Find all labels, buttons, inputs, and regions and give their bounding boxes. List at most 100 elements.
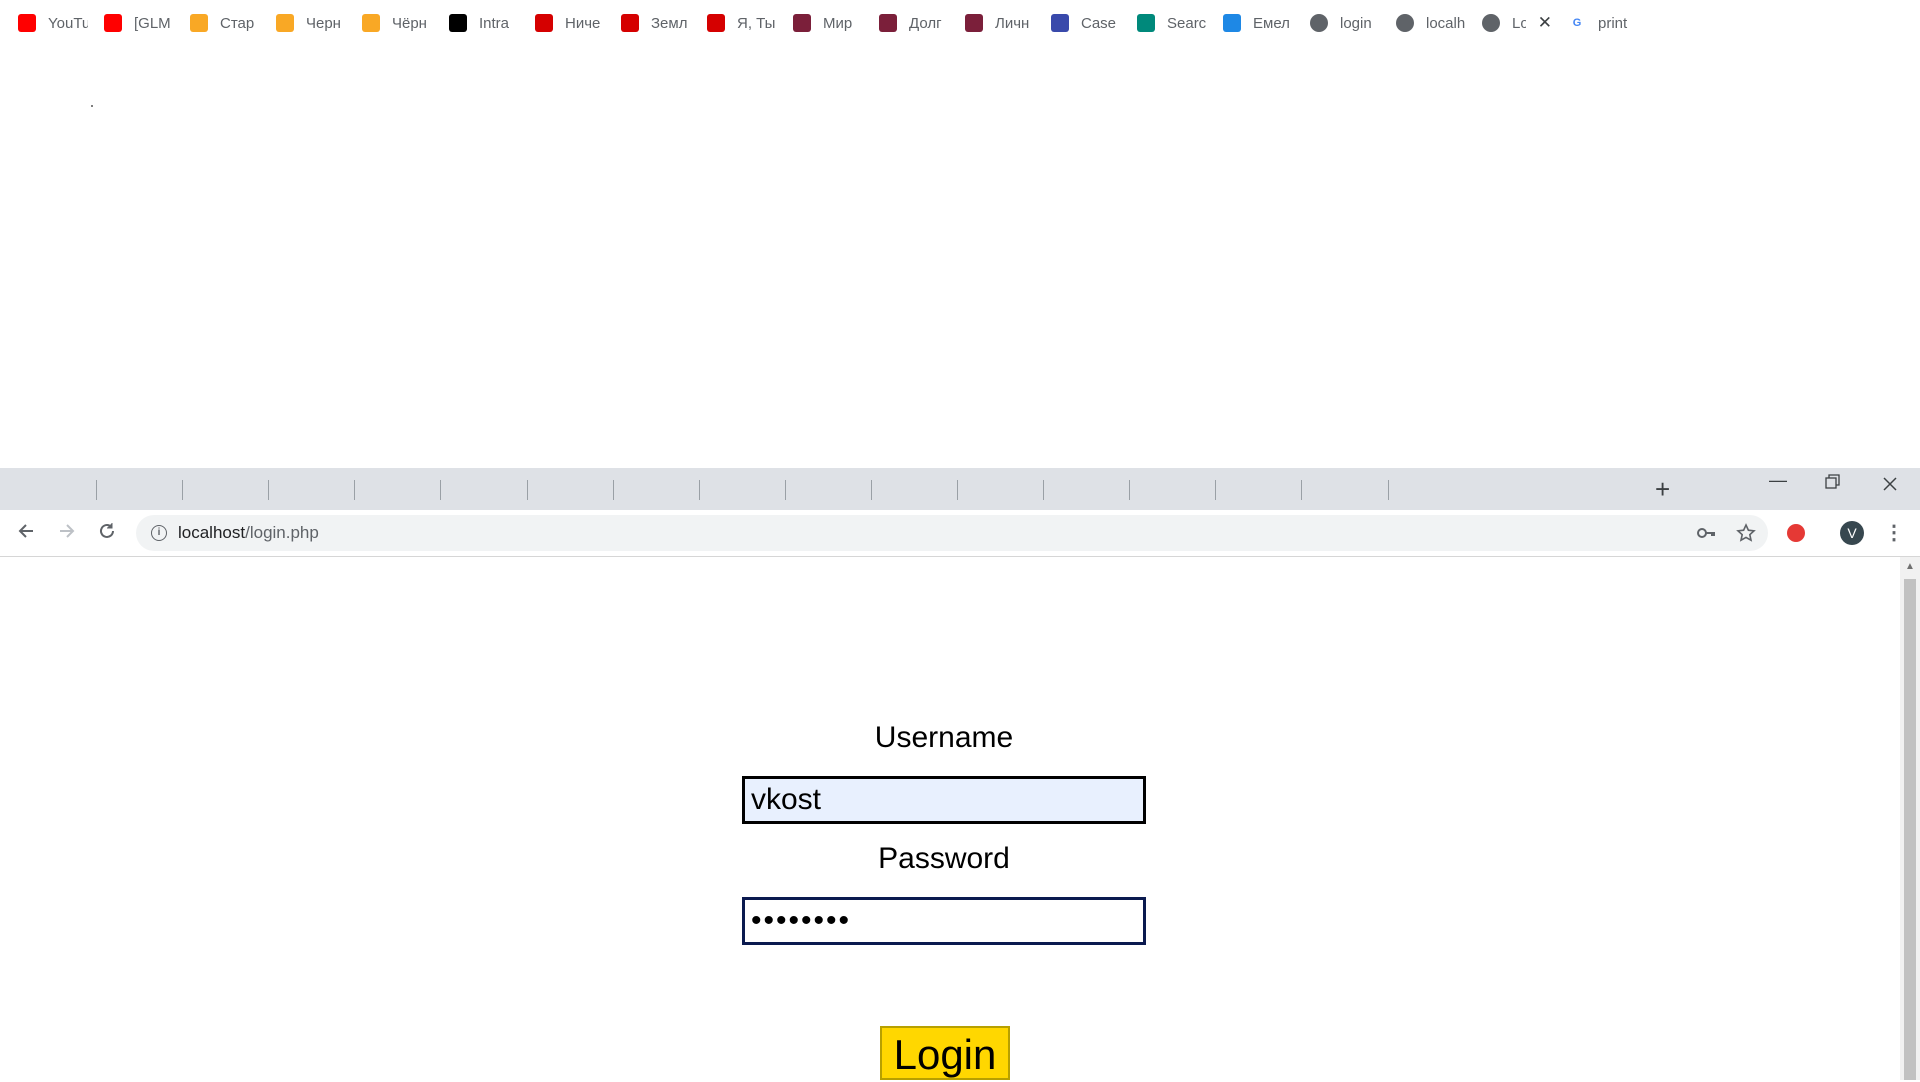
fs-icon <box>276 14 294 32</box>
tab-separator <box>699 480 700 500</box>
tab-label: Черн <box>306 14 341 32</box>
ki-icon <box>621 14 639 32</box>
key-icon[interactable] <box>1696 523 1716 548</box>
fs-icon <box>362 14 380 32</box>
fs-icon <box>190 14 208 32</box>
globe-icon <box>1310 14 1328 32</box>
url-text[interactable]: localhost/login.php <box>178 523 319 543</box>
tab-label: Емел <box>1253 14 1290 32</box>
url-host: localhost <box>178 523 246 542</box>
browser-tab[interactable]: Земл <box>621 4 691 42</box>
browser-toolbar: i localhost/login.php <box>0 510 1920 557</box>
profile-avatar[interactable]: V <box>1840 521 1864 545</box>
password-input[interactable]: •••••••• <box>742 897 1146 945</box>
tab-label: [GLM <box>134 14 171 32</box>
tab-separator <box>527 480 528 500</box>
password-label: Password <box>878 842 1010 875</box>
tab-separator <box>785 480 786 500</box>
browser-tab[interactable]: YouTu <box>18 4 88 42</box>
username-input[interactable]: vkost <box>742 776 1146 824</box>
window-close-button[interactable] <box>1882 476 1898 497</box>
scroll-up-arrow-icon[interactable]: ▲ <box>1905 561 1915 572</box>
tab-separator <box>1129 480 1130 500</box>
tab-separator <box>1301 480 1302 500</box>
tab-label: Searc <box>1167 14 1207 32</box>
back-arrow-icon[interactable] <box>16 521 36 545</box>
tab-separator <box>96 480 97 500</box>
browser-tab[interactable]: Я, Ты <box>707 4 777 42</box>
tab-separator <box>268 480 269 500</box>
url-path: /login.php <box>245 523 319 542</box>
book-icon <box>965 14 983 32</box>
browser-tab[interactable]: Черн <box>276 4 346 42</box>
browser-menu-icon[interactable]: ⋮ <box>1884 520 1904 545</box>
youtube-icon <box>18 14 36 32</box>
ki-icon <box>535 14 553 32</box>
browser-tab[interactable]: Долг <box>879 4 949 42</box>
login-button[interactable]: Login <box>880 1026 1010 1080</box>
globe-icon <box>1396 14 1414 32</box>
browser-tab[interactable]: Стар <box>190 4 260 42</box>
tab-close-icon[interactable]: ✕ <box>1538 13 1552 33</box>
tab-separator <box>1215 480 1216 500</box>
browser-tab[interactable]: Gprint <box>1568 4 1638 42</box>
tab-separator <box>957 480 958 500</box>
tab-separator <box>613 480 614 500</box>
desktop-blank-area <box>0 0 1920 468</box>
tab-separator <box>871 480 872 500</box>
tab-label: localh <box>1426 14 1466 32</box>
google-icon: G <box>1572 17 1582 29</box>
site-info-icon[interactable]: i <box>151 525 167 541</box>
tab-separator <box>1388 480 1389 500</box>
restore-button[interactable] <box>1825 474 1841 495</box>
seal-icon <box>1051 14 1069 32</box>
browser-tab[interactable]: Lo ✕ <box>1470 4 1564 42</box>
browser-tab[interactable]: Searc <box>1137 4 1207 42</box>
tab-label: Мир <box>823 14 853 32</box>
tab-label: print <box>1598 14 1628 32</box>
forward-arrow-icon[interactable] <box>57 521 77 545</box>
tab-label: YouTu <box>48 14 88 32</box>
reload-icon[interactable] <box>97 521 117 545</box>
browser-tab[interactable]: login <box>1310 4 1380 42</box>
youtube-icon <box>104 14 122 32</box>
tab-strip <box>0 468 1920 510</box>
address-bar[interactable]: i localhost/login.php <box>136 515 1768 551</box>
browser-tab[interactable]: Intra <box>449 4 519 42</box>
tab-label: Чёрн <box>392 14 427 32</box>
book-icon <box>793 14 811 32</box>
tab-label: Я, Ты <box>737 14 776 32</box>
tab-label: Intra <box>479 14 510 32</box>
username-label: Username <box>874 721 1014 754</box>
browser-tab[interactable]: Емел <box>1223 4 1293 42</box>
tab-label: Земл <box>651 14 688 32</box>
tab-label: Lo <box>1512 14 1526 32</box>
new-tab-button[interactable]: + <box>1655 474 1670 504</box>
gauge-icon <box>1137 14 1155 32</box>
page-scrollbar[interactable]: ▲ <box>1900 557 1920 1080</box>
tab-label: Стар <box>220 14 255 32</box>
ki-icon <box>707 14 725 32</box>
browser-tab[interactable]: localh <box>1396 4 1466 42</box>
extension-icon[interactable] <box>1787 524 1805 542</box>
browser-tab[interactable]: Ниче <box>535 4 605 42</box>
browser-tab[interactable]: Мир <box>793 4 863 42</box>
42-icon <box>449 14 467 32</box>
tab-label: Ниче <box>565 14 601 32</box>
browser-tab[interactable]: Личн <box>965 4 1035 42</box>
tab-label: Долг <box>909 14 942 32</box>
scroll-thumb[interactable] <box>1904 579 1916 1080</box>
tab-separator <box>440 480 441 500</box>
speaker-icon <box>1223 14 1241 32</box>
tab-separator <box>1043 480 1044 500</box>
browser-tab[interactable]: [GLM <box>104 4 174 42</box>
browser-tab[interactable]: Чёрн <box>362 4 432 42</box>
book-icon <box>879 14 897 32</box>
bookmark-star-icon[interactable] <box>1736 523 1756 548</box>
tab-label: login <box>1340 14 1372 32</box>
tab-separator <box>354 480 355 500</box>
minimize-button[interactable]: — <box>1769 470 1787 491</box>
browser-tab[interactable]: Case <box>1051 4 1121 42</box>
tab-label: Личн <box>995 14 1030 32</box>
tab-separator <box>182 480 183 500</box>
